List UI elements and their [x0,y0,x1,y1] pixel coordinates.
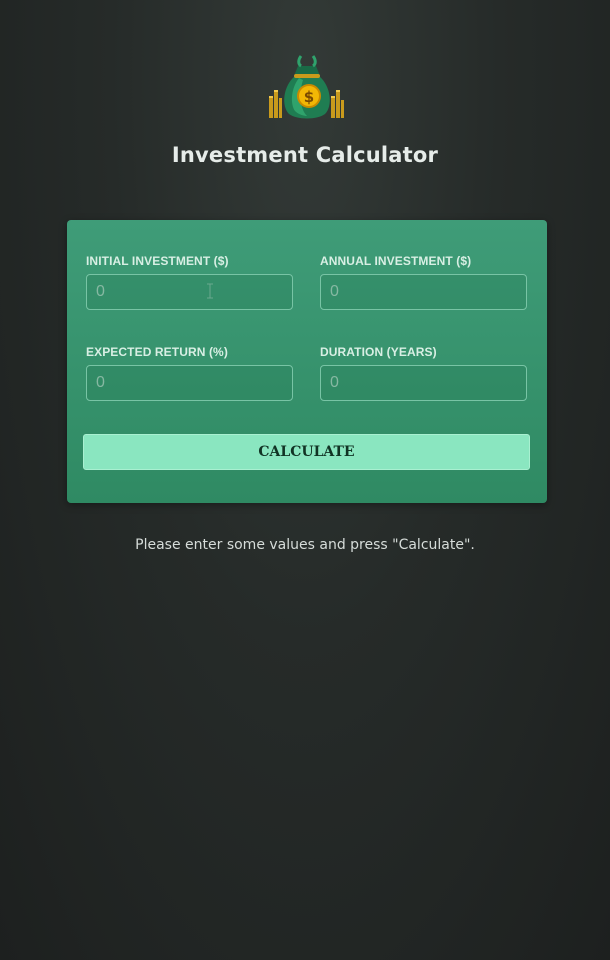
initial-investment-label: INITIAL INVESTMENT ($) [86,254,229,268]
money-bag-icon: $ [269,55,344,119]
duration-label: DURATION (YEARS) [320,345,437,359]
annual-investment-input[interactable] [320,274,527,310]
initial-investment-input[interactable] [86,274,293,310]
result-message: Please enter some values and press "Calc… [135,537,475,553]
expected-return-input[interactable] [86,365,293,401]
page-title: Investment Calculator [171,143,439,167]
annual-investment-label: ANNUAL INVESTMENT ($) [320,254,472,268]
expected-return-label: EXPECTED RETURN (%) [86,345,228,359]
calculate-button[interactable]: CALCULATE [83,434,530,470]
text-cursor-icon [207,283,213,299]
svg-text:$: $ [304,88,314,106]
investment-form-card: INITIAL INVESTMENT ($) ANNUAL INVESTMENT… [67,220,547,503]
duration-input[interactable] [320,365,527,401]
